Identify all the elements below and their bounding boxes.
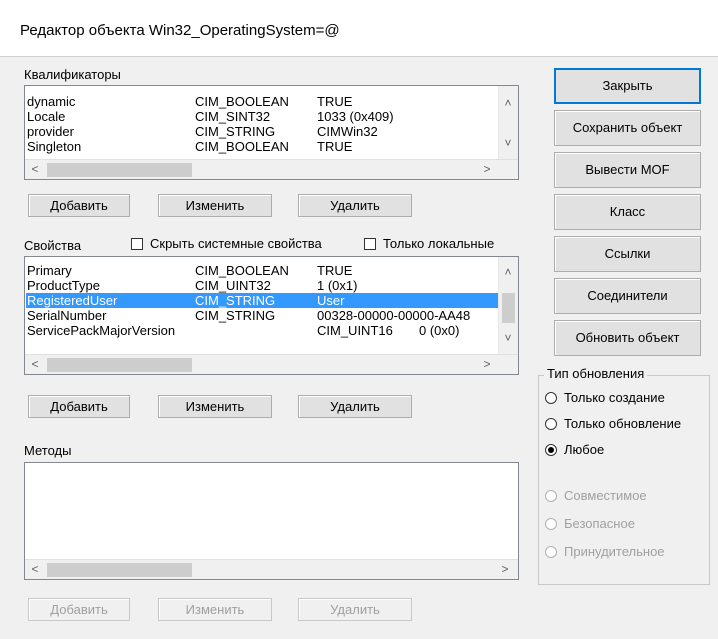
qualifiers-label: Квалификаторы bbox=[24, 67, 121, 82]
property-type: CIM_STRING bbox=[195, 308, 276, 323]
property-name: ProductType bbox=[27, 278, 100, 293]
property-name: SerialNumber bbox=[27, 308, 107, 323]
property-type: CIM_UINT32 bbox=[195, 278, 271, 293]
property-row[interactable]: SerialNumber CIM_STRING 00328-00000-0000… bbox=[27, 308, 499, 323]
update-force-radio[interactable] bbox=[545, 546, 557, 558]
scroll-right-icon[interactable]: ˃ bbox=[478, 160, 496, 178]
qualifier-value: CIMWin32 bbox=[317, 124, 378, 139]
update-any-label: Любое bbox=[564, 442, 605, 457]
update-safe-label: Безопасное bbox=[564, 516, 635, 531]
update-any-radio[interactable] bbox=[545, 444, 557, 456]
properties-delete-button[interactable]: Удалить bbox=[298, 395, 412, 418]
scroll-right-icon[interactable]: ˃ bbox=[496, 560, 514, 578]
title-bar: Редактор объекта Win32_OperatingSystem=@ bbox=[0, 0, 718, 57]
scroll-thumb[interactable] bbox=[47, 163, 192, 177]
scroll-up-icon[interactable]: ˄ bbox=[499, 94, 517, 112]
scroll-thumb[interactable] bbox=[502, 293, 515, 323]
references-button[interactable]: Ссылки bbox=[554, 236, 701, 272]
property-value: 1 (0x1) bbox=[317, 278, 358, 293]
qualifiers-horizontal-scrollbar[interactable]: ˂ ˃ bbox=[25, 159, 518, 179]
qualifier-value: TRUE bbox=[317, 139, 353, 154]
property-name: Primary bbox=[27, 263, 72, 278]
local-only-checkbox[interactable] bbox=[364, 238, 376, 250]
qualifiers-list[interactable]: dynamic CIM_BOOLEAN TRUE Locale CIM_SINT… bbox=[24, 85, 519, 180]
methods-add-button[interactable]: Добавить bbox=[28, 598, 130, 621]
qualifier-type: CIM_BOOLEAN bbox=[195, 139, 289, 154]
qualifiers-edit-button[interactable]: Изменить bbox=[158, 194, 272, 217]
qualifier-name: provider bbox=[27, 124, 74, 139]
scroll-thumb[interactable] bbox=[47, 563, 192, 577]
qualifier-name: dynamic bbox=[27, 94, 76, 109]
property-value: 0 (0x0) bbox=[419, 323, 460, 338]
qualifier-type: CIM_BOOLEAN bbox=[195, 94, 289, 109]
qualifier-type: CIM_SINT32 bbox=[195, 109, 271, 124]
qualifiers-vertical-scrollbar[interactable]: ˄ ˅ bbox=[498, 86, 518, 159]
scroll-up-icon[interactable]: ˄ bbox=[499, 263, 517, 281]
scroll-down-icon[interactable]: ˅ bbox=[499, 134, 517, 152]
methods-label: Методы bbox=[24, 443, 72, 458]
associators-button[interactable]: Соединители bbox=[554, 278, 701, 314]
update-type-label: Тип обновления bbox=[544, 366, 648, 381]
property-type: CIM_UINT16 bbox=[317, 323, 393, 338]
scroll-right-icon[interactable]: ˃ bbox=[478, 355, 496, 373]
property-name: ServicePackMajorVersion bbox=[27, 323, 176, 338]
properties-vertical-scrollbar[interactable]: ˄ ˅ bbox=[498, 257, 518, 354]
window-title: Редактор объекта Win32_OperatingSystem=@ bbox=[20, 22, 340, 39]
refresh-object-button[interactable]: Обновить объект bbox=[554, 320, 701, 356]
scroll-thumb[interactable] bbox=[47, 358, 192, 372]
update-force-label: Принудительное bbox=[564, 544, 665, 559]
property-row-selected[interactable]: RegisteredUser CIM_STRING User bbox=[26, 293, 500, 308]
scroll-down-icon[interactable]: ˅ bbox=[499, 329, 517, 347]
methods-edit-button[interactable]: Изменить bbox=[158, 598, 272, 621]
qualifier-name: Locale bbox=[27, 109, 66, 124]
properties-list[interactable]: Primary CIM_BOOLEAN TRUE ProductType CIM… bbox=[24, 256, 519, 375]
property-value: 00328-00000-00000-AA48 bbox=[317, 308, 471, 323]
update-safe-radio[interactable] bbox=[545, 518, 557, 530]
update-compatible-label: Совместимое bbox=[564, 488, 647, 503]
methods-delete-button[interactable]: Удалить bbox=[298, 598, 412, 621]
scroll-left-icon[interactable]: ˂ bbox=[26, 560, 44, 578]
qualifier-value: TRUE bbox=[317, 94, 353, 109]
local-only-label: Только локальные bbox=[383, 236, 495, 251]
qualifiers-add-button[interactable]: Добавить bbox=[28, 194, 130, 217]
update-create-only-label: Только создание bbox=[564, 390, 665, 405]
properties-label: Свойства bbox=[24, 238, 82, 253]
property-type: CIM_BOOLEAN bbox=[195, 263, 289, 278]
qualifier-type: CIM_STRING bbox=[195, 124, 276, 139]
qualifiers-delete-button[interactable]: Удалить bbox=[298, 194, 412, 217]
hide-system-properties-label: Скрыть системные свойства bbox=[150, 236, 322, 251]
methods-list[interactable]: ˂ ˃ bbox=[24, 462, 519, 580]
object-editor-window: Редактор объекта Win32_OperatingSystem=@… bbox=[0, 0, 718, 639]
update-update-only-radio[interactable] bbox=[545, 418, 557, 430]
scroll-left-icon[interactable]: ˂ bbox=[26, 160, 44, 178]
methods-horizontal-scrollbar[interactable]: ˂ ˃ bbox=[25, 559, 518, 579]
qualifier-name: Singleton bbox=[27, 139, 82, 154]
properties-horizontal-scrollbar[interactable]: ˂ ˃ bbox=[25, 354, 518, 374]
qualifier-value: 1033 (0x409) bbox=[317, 109, 394, 124]
property-value: User bbox=[317, 293, 345, 308]
properties-add-button[interactable]: Добавить bbox=[28, 395, 130, 418]
hide-system-properties-checkbox[interactable] bbox=[131, 238, 143, 250]
save-object-button[interactable]: Сохранить объект bbox=[554, 110, 701, 146]
update-create-only-radio[interactable] bbox=[545, 392, 557, 404]
property-value: TRUE bbox=[317, 263, 353, 278]
property-name: RegisteredUser bbox=[27, 293, 118, 308]
property-type: CIM_STRING bbox=[195, 293, 276, 308]
class-button[interactable]: Класс bbox=[554, 194, 701, 230]
close-button[interactable]: Закрыть bbox=[554, 68, 701, 104]
update-update-only-label: Только обновление bbox=[564, 416, 682, 431]
update-compatible-radio[interactable] bbox=[545, 490, 557, 502]
properties-edit-button[interactable]: Изменить bbox=[158, 395, 272, 418]
show-mof-button[interactable]: Вывести MOF bbox=[554, 152, 701, 188]
scroll-left-icon[interactable]: ˂ bbox=[26, 355, 44, 373]
